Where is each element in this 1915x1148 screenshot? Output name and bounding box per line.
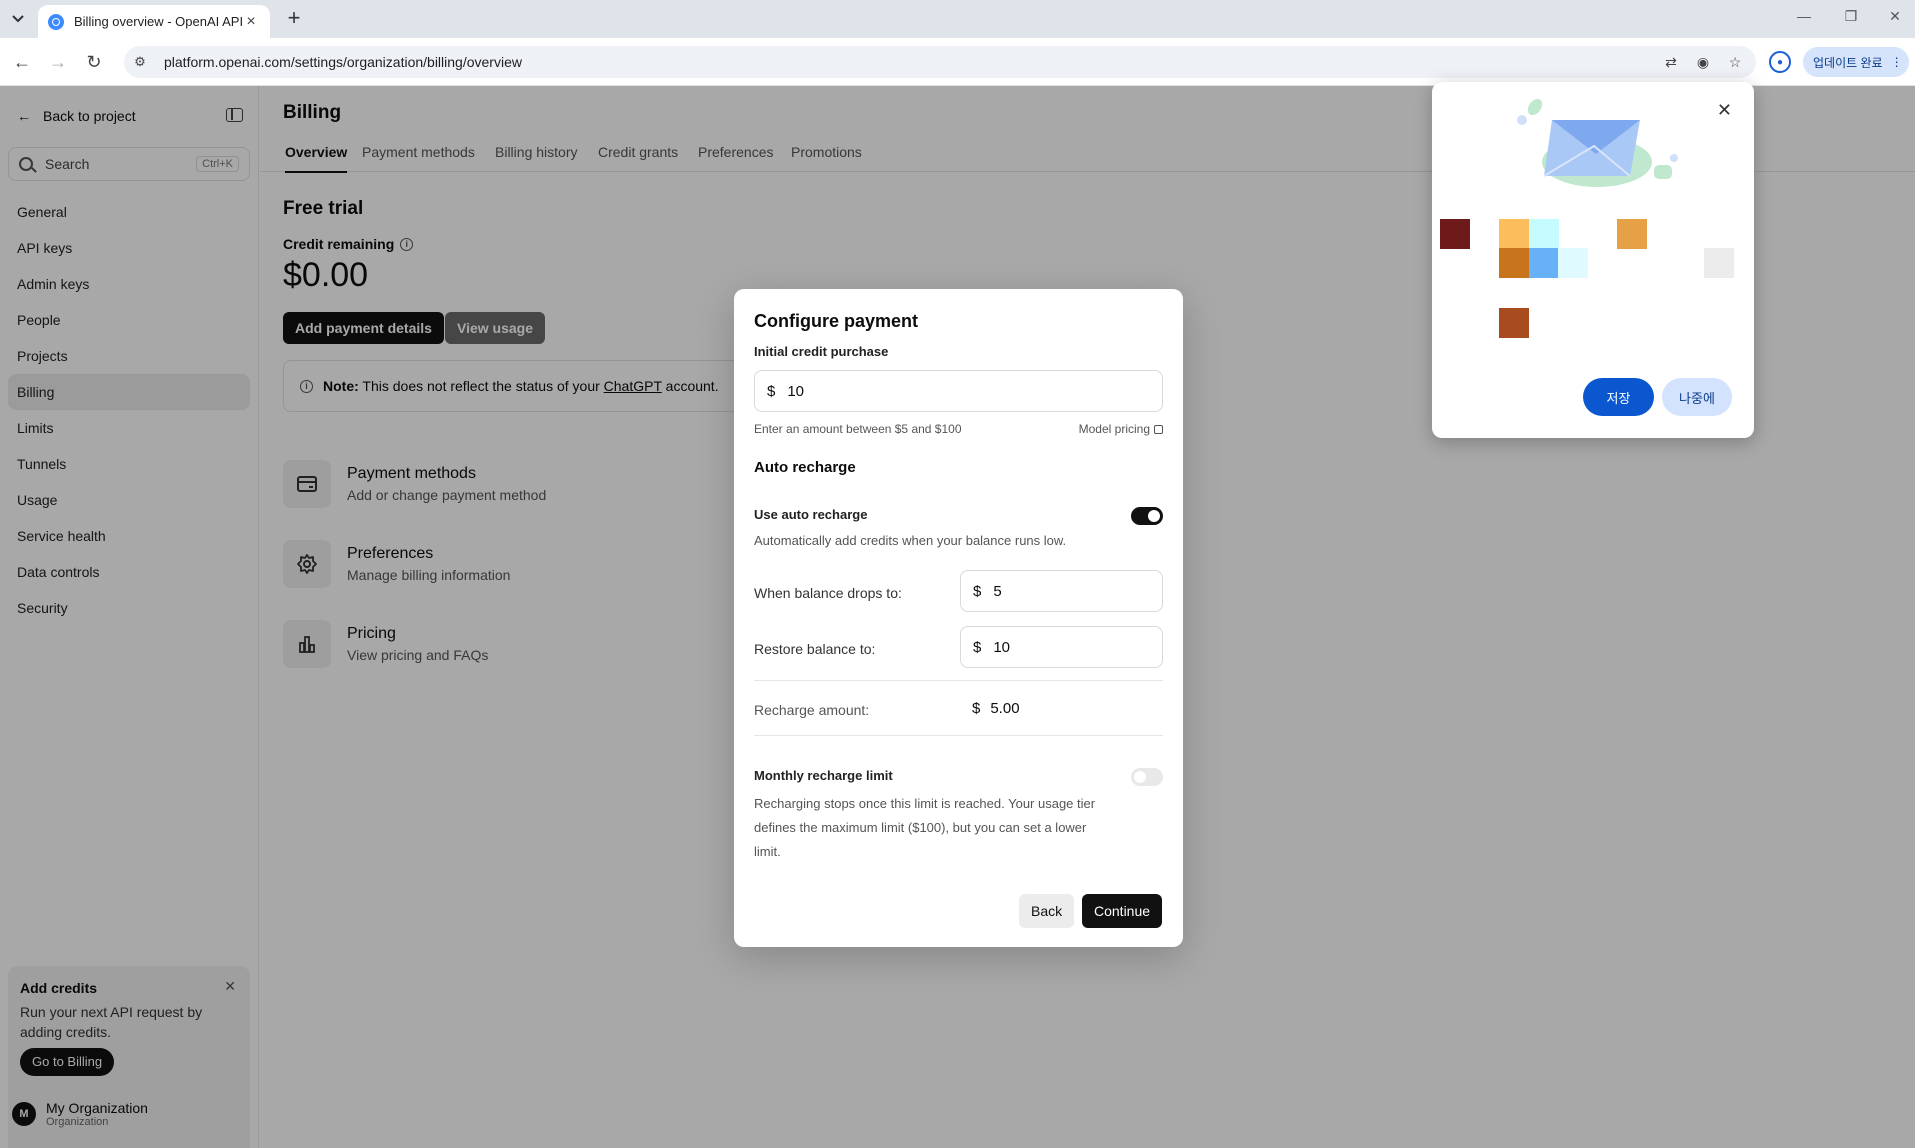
browser-tab-strip: Billing overview - OpenAI API × + — ❐ ✕: [0, 0, 1915, 38]
close-icon[interactable]: ✕: [1717, 100, 1732, 121]
currency-symbol: $: [767, 382, 776, 400]
initial-credit-value: 10: [787, 382, 805, 400]
restore-balance-label: Restore balance to:: [754, 641, 876, 657]
balance-drops-label: When balance drops to:: [754, 585, 902, 601]
auto-recharge-toggle[interactable]: [1131, 507, 1163, 525]
browser-toolbar: ← → ↻ ⚙ platform.openai.com/settings/org…: [0, 38, 1915, 86]
new-tab-button[interactable]: +: [282, 7, 306, 29]
browser-save-popup: ✕ 저장 나중에: [1432, 82, 1754, 438]
update-label: 업데이트 완료: [1813, 55, 1883, 70]
restore-balance-value: 10: [993, 638, 1011, 656]
swatch-icon: [1617, 219, 1647, 249]
recharge-amount-label: Recharge amount:: [754, 702, 870, 718]
currency-symbol: $: [972, 700, 981, 717]
external-link-icon: [1154, 424, 1163, 434]
monthly-limit-label: Monthly recharge limit: [754, 768, 893, 783]
profile-icon[interactable]: ●: [1769, 51, 1791, 73]
amount-help-text: Enter an amount between $5 and $100: [754, 422, 962, 436]
balance-drops-value: 5: [993, 582, 1002, 600]
model-pricing-link[interactable]: Model pricing: [1079, 422, 1163, 436]
translate-icon[interactable]: ⇄: [1662, 53, 1680, 71]
tab-search-button[interactable]: [6, 8, 30, 30]
back-arrow-icon[interactable]: ←: [10, 50, 34, 74]
swatch-icon: [1558, 248, 1588, 278]
swatch-icon: [1440, 219, 1470, 249]
currency-symbol: $: [973, 638, 982, 656]
restore-icon[interactable]: ❐: [1841, 8, 1861, 25]
swatch-icon: [1704, 248, 1734, 278]
location-pin-icon[interactable]: ◉: [1694, 53, 1712, 71]
continue-button[interactable]: Continue: [1082, 894, 1163, 928]
restore-balance-input[interactable]: $ 10: [960, 626, 1163, 668]
use-auto-recharge-label: Use auto recharge: [754, 507, 868, 522]
close-tab-icon[interactable]: ×: [242, 13, 260, 31]
swatch-icon: [1529, 219, 1559, 249]
forward-arrow-icon[interactable]: →: [46, 50, 70, 74]
more-vert-icon: ⋮: [1890, 55, 1903, 69]
initial-credit-label: Initial credit purchase: [754, 344, 889, 359]
auto-recharge-heading: Auto recharge: [754, 459, 856, 476]
swatch-icon: [1499, 308, 1529, 338]
save-button[interactable]: 저장: [1583, 378, 1654, 416]
initial-credit-input[interactable]: $ 10: [754, 370, 1163, 412]
site-info-icon[interactable]: ⚙: [130, 54, 150, 70]
auto-recharge-desc: Automatically add credits when your bala…: [754, 533, 1067, 548]
swatch-icon: [1529, 248, 1559, 278]
update-button[interactable]: 업데이트 완료 ⋮: [1803, 47, 1909, 77]
currency-symbol: $: [973, 582, 982, 600]
chevron-down-icon: [12, 15, 24, 23]
close-window-icon[interactable]: ✕: [1885, 8, 1905, 25]
divider: [754, 680, 1163, 681]
model-pricing-label: Model pricing: [1078, 422, 1150, 436]
tab-title: Billing overview - OpenAI API: [74, 14, 242, 29]
reload-icon[interactable]: ↻: [82, 50, 106, 74]
divider: [754, 735, 1163, 736]
monthly-limit-desc: Recharging stops once this limit is reac…: [754, 796, 1096, 859]
later-button[interactable]: 나중에: [1662, 378, 1732, 416]
envelope-illustration-icon: [1517, 98, 1678, 187]
swatch-icon: [1499, 248, 1529, 278]
swatch-icon: [1499, 219, 1529, 249]
openai-favicon-icon: [48, 13, 64, 30]
browser-tab-active[interactable]: Billing overview - OpenAI API ×: [38, 5, 270, 38]
url-text[interactable]: platform.openai.com/settings/organizatio…: [164, 54, 522, 70]
modal-title: Configure payment: [754, 311, 919, 331]
recharge-amount-value: 5.00: [990, 700, 1020, 717]
minimize-icon[interactable]: —: [1794, 8, 1814, 24]
back-button[interactable]: Back: [1019, 894, 1075, 928]
monthly-limit-toggle[interactable]: [1131, 768, 1163, 786]
address-bar[interactable]: ⚙ platform.openai.com/settings/organizat…: [124, 46, 1756, 78]
balance-drops-input[interactable]: $ 5: [960, 570, 1163, 612]
bookmark-star-icon[interactable]: ☆: [1726, 53, 1744, 71]
recharge-amount-display: $ 5.00: [972, 700, 1020, 717]
configure-payment-modal: Configure payment Initial credit purchas…: [734, 289, 1183, 947]
